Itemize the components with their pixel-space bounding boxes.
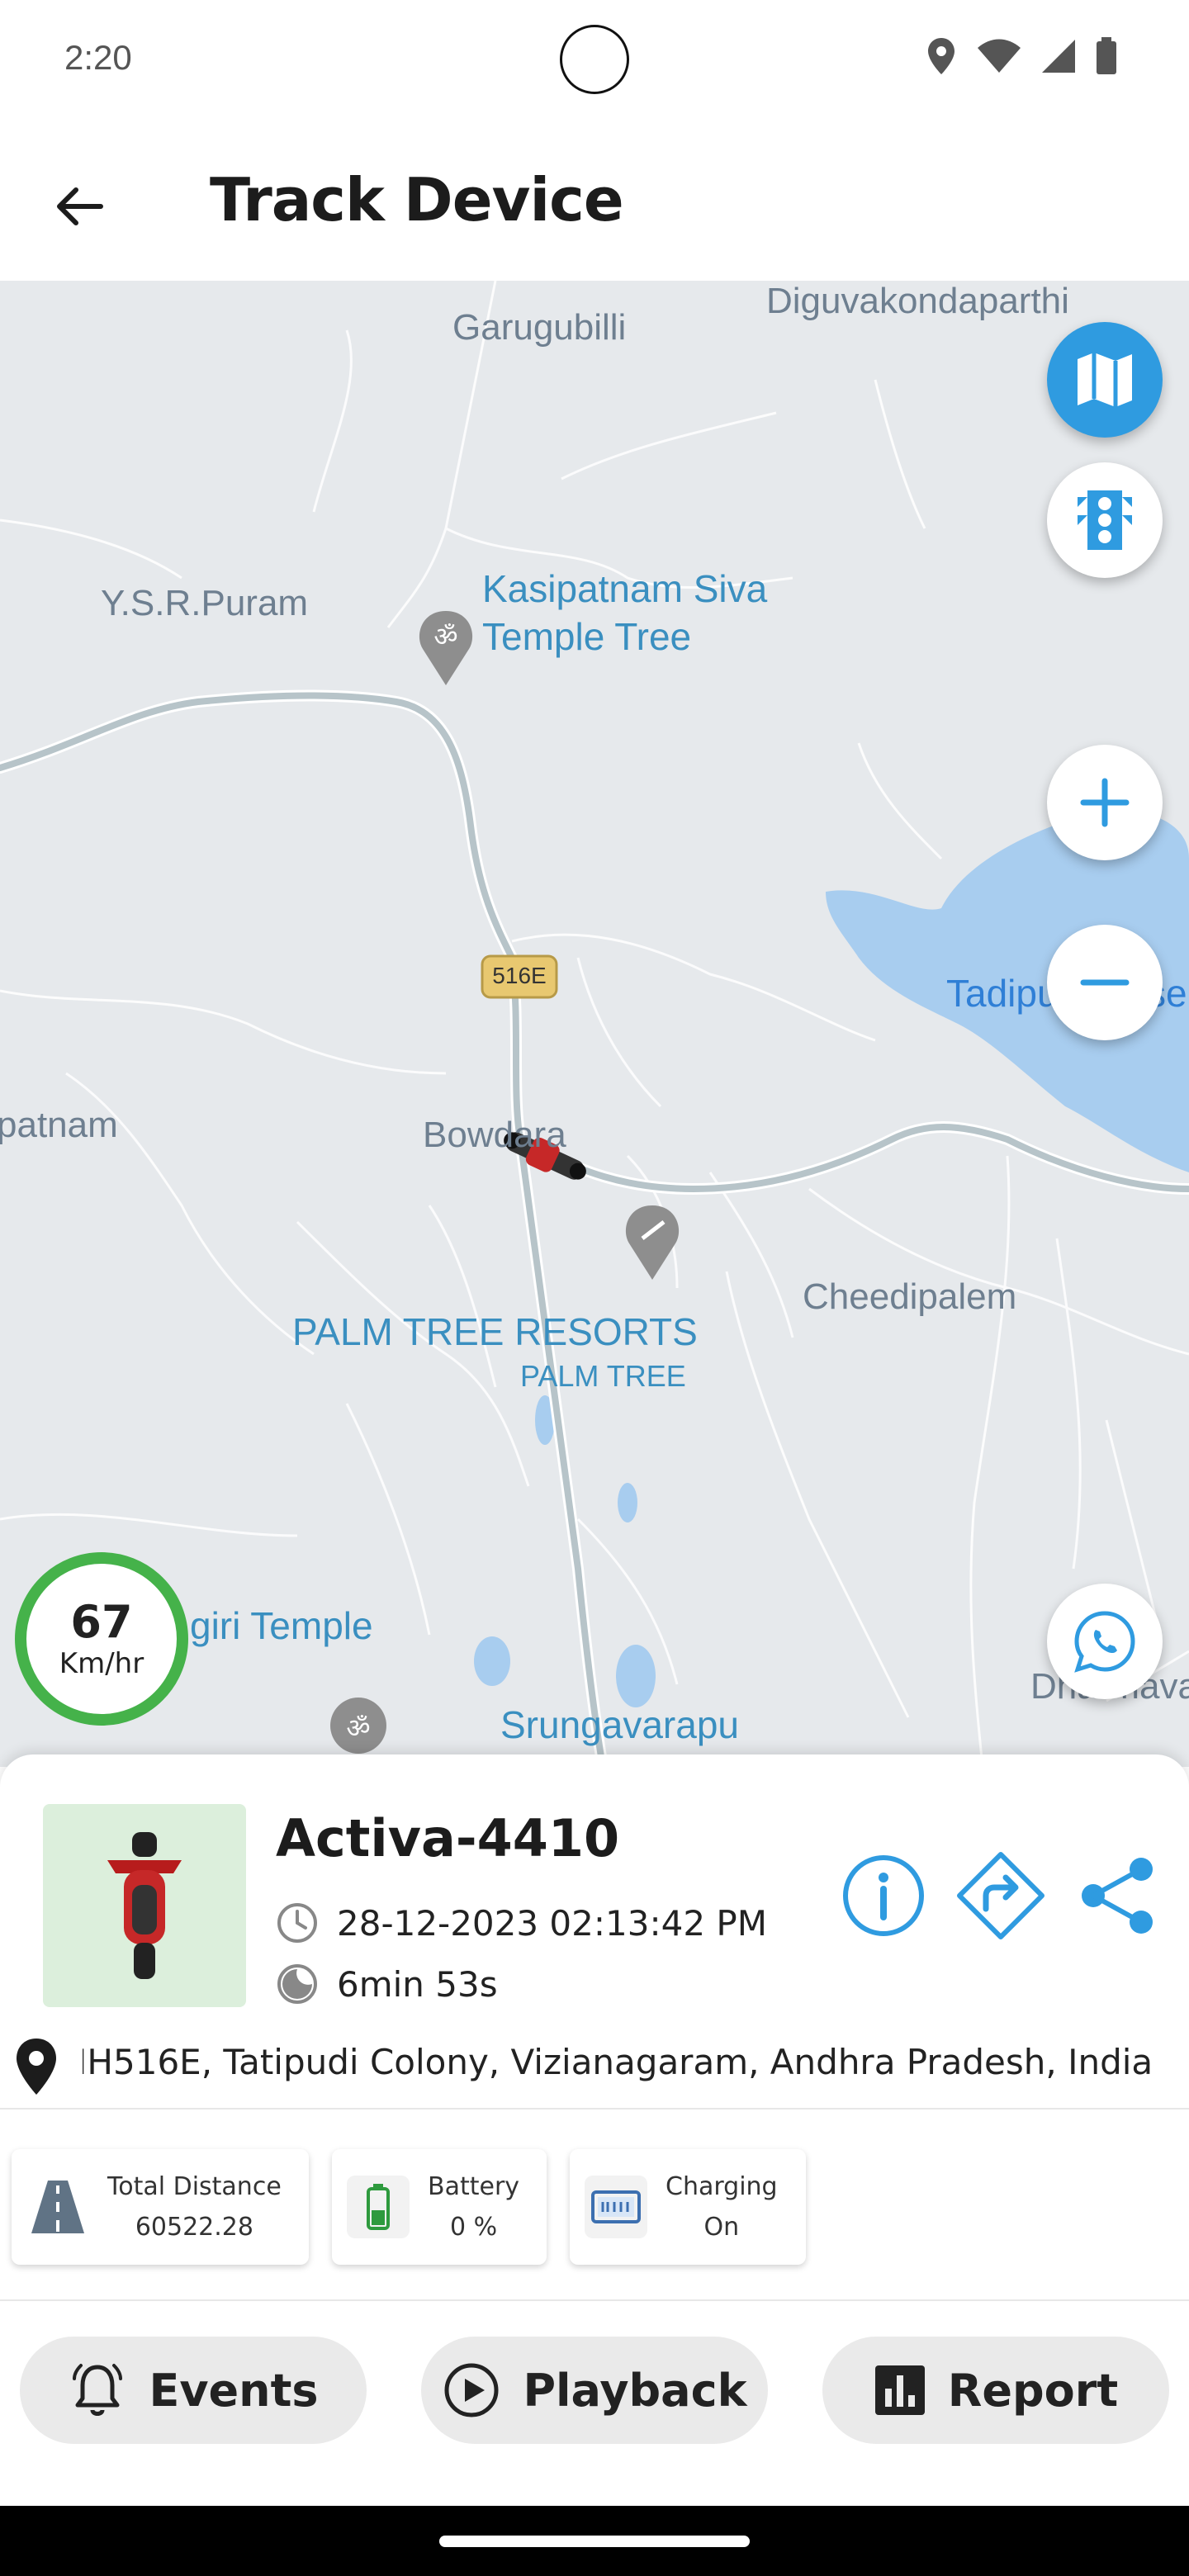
page-title: Track Device xyxy=(210,165,624,234)
system-nav-bar xyxy=(0,2506,1189,2576)
stat-card-charging: Charging On xyxy=(570,2149,806,2265)
vehicle-address: NH516E, Tatipudi Colony, Vizianagaram, A… xyxy=(83,2042,1181,2082)
speed-gauge: 67 Km/hr xyxy=(15,1552,188,1726)
directions-icon xyxy=(957,1852,1045,1939)
map-label-giri-temple: giri Temple xyxy=(190,1604,373,1647)
traffic-toggle-button[interactable] xyxy=(1047,462,1163,578)
stat-label-distance: Total Distance xyxy=(107,2172,282,2201)
map-base: ॐ ॐ xyxy=(0,281,1189,1767)
clock-icon xyxy=(277,1903,317,1943)
stopped-duration: 6min 53s xyxy=(337,1963,498,2005)
minus-icon xyxy=(1080,979,1130,986)
map-label-garugubilli: Garugubilli xyxy=(452,307,627,348)
report-button[interactable]: Report xyxy=(822,2337,1169,2444)
stat-label-battery: Battery xyxy=(428,2172,520,2201)
playback-button[interactable]: Playback xyxy=(421,2337,768,2444)
stat-card-distance: Total Distance 60522.28 xyxy=(12,2149,309,2265)
zoom-in-button[interactable] xyxy=(1047,745,1163,860)
home-gesture-handle[interactable] xyxy=(439,2536,750,2547)
timestamp-row: 28-12-2023 02:13:42 PM xyxy=(276,1901,767,1944)
back-button[interactable] xyxy=(46,173,112,239)
stat-value-battery: 0 % xyxy=(449,2213,498,2242)
battery-status-icon xyxy=(347,2176,410,2238)
play-circle-icon xyxy=(444,2363,499,2417)
stat-value-charging: On xyxy=(703,2213,740,2242)
road-icon xyxy=(31,2181,84,2233)
map-label-cheedipalem: Cheedipalem xyxy=(803,1276,1017,1317)
app-bar: Track Device xyxy=(0,124,1189,281)
svg-text:ॐ: ॐ xyxy=(433,621,457,652)
location-icon xyxy=(928,38,955,74)
temple-pin-icon-2: ॐ xyxy=(330,1698,386,1754)
map-icon xyxy=(1078,353,1132,407)
bottom-actions: Events Playback Report xyxy=(20,2337,1169,2444)
camera-cutout xyxy=(560,25,629,94)
report-label: Report xyxy=(947,2364,1119,2417)
stat-label-charging: Charging xyxy=(666,2172,778,2201)
svg-text:ॐ: ॐ xyxy=(346,1712,370,1744)
moon-timer-icon xyxy=(277,1964,317,2004)
info-icon xyxy=(843,1855,924,1936)
info-button[interactable] xyxy=(837,1849,930,1942)
charging-icon xyxy=(585,2176,647,2238)
map-label-diguvakondaparthi: Diguvakondaparthi xyxy=(766,281,1069,321)
vehicle-details-sheet: Activa-4410 28-12-2023 02:13:42 PM 6min … xyxy=(0,1754,1189,2506)
signal-icon xyxy=(1042,40,1075,73)
last-update-time: 28-12-2023 02:13:42 PM xyxy=(337,1902,767,1944)
share-button[interactable] xyxy=(1072,1849,1164,1942)
wifi-icon xyxy=(978,39,1021,73)
zoom-out-button[interactable] xyxy=(1047,925,1163,1040)
arrow-back-icon xyxy=(57,187,103,225)
events-label: Events xyxy=(149,2364,319,2417)
map-label-patnam: patnam xyxy=(0,1105,118,1145)
status-icons xyxy=(925,36,1118,76)
traffic-light-icon xyxy=(1078,490,1132,550)
road-shield-label: 516E xyxy=(492,963,547,988)
section-divider xyxy=(0,2299,1189,2301)
status-bar: 2:20 xyxy=(0,0,1189,124)
speed-value: 67 xyxy=(70,1596,133,1649)
status-time: 2:20 xyxy=(64,38,132,77)
address-row: NH516E, Tatipudi Colony, Vizianagaram, A… xyxy=(0,2019,1189,2110)
stats-row: Total Distance 60522.28 Battery 0 % Char… xyxy=(12,2149,806,2265)
stat-card-battery: Battery 0 % xyxy=(332,2149,547,2265)
bell-ring-icon xyxy=(73,2364,123,2416)
vehicle-thumbnail xyxy=(43,1804,246,2007)
map-label-kasipatnam-2: Temple Tree xyxy=(482,615,692,658)
whatsapp-button[interactable] xyxy=(1047,1584,1163,1699)
vehicle-actions xyxy=(837,1849,1164,1942)
stat-value-distance: 60522.28 xyxy=(135,2213,253,2242)
temple-pin-icon: ॐ xyxy=(419,611,473,685)
plus-icon xyxy=(1080,778,1130,827)
playback-label: Playback xyxy=(523,2364,747,2417)
duration-row: 6min 53s xyxy=(276,1963,498,2005)
vehicle-name: Activa-4410 xyxy=(276,1808,620,1868)
events-button[interactable]: Events xyxy=(20,2337,367,2444)
directions-button[interactable] xyxy=(955,1849,1047,1942)
speed-unit: Km/hr xyxy=(59,1646,144,1680)
resort-pin-icon xyxy=(625,1205,680,1280)
bar-chart-icon xyxy=(874,2365,925,2415)
map-label-palm-tree: PALM TREE xyxy=(520,1359,686,1393)
map-type-button[interactable] xyxy=(1047,322,1163,438)
map-label-kasipatnam-1: Kasipatnam Siva xyxy=(482,567,768,610)
scooter-image-icon xyxy=(107,1832,182,1979)
map-label-palm-tree-resorts: PALM TREE RESORTS xyxy=(292,1310,698,1353)
map-label-bowdara: Bowdara xyxy=(423,1115,566,1155)
location-pin-icon xyxy=(17,2039,56,2095)
whatsapp-icon xyxy=(1074,1611,1135,1673)
share-icon xyxy=(1082,1858,1153,1934)
vehicle-address-text: NH516E, Tatipudi Colony, Vizianagaram, A… xyxy=(83,2042,1153,2082)
map-label-ysr-puram: Y.S.R.Puram xyxy=(101,583,309,623)
battery-icon xyxy=(1097,37,1116,74)
map-label-srungavarapu: Srungavarapu xyxy=(500,1703,739,1746)
map-view[interactable]: ॐ ॐ Diguvakondaparthi Garugubilli Y.S.R.… xyxy=(0,281,1189,1767)
